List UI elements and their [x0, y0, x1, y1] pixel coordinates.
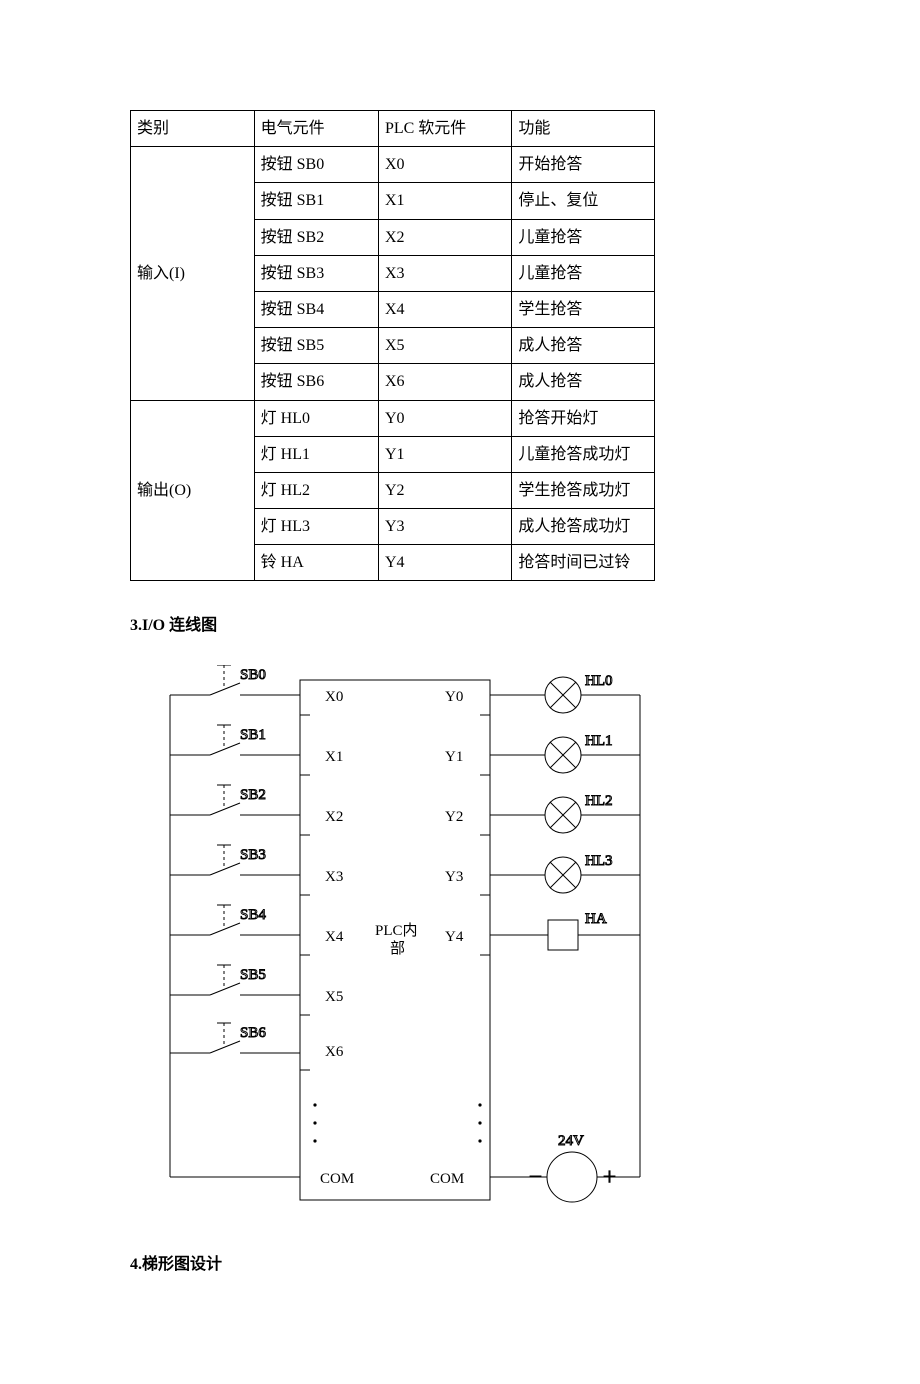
section-3-title: 3.I/O 连线图: [130, 611, 790, 635]
cell-func: 开始抢答: [512, 147, 655, 183]
cell-elem: 按钮 SB1: [254, 183, 378, 219]
terminal-x2: X2: [325, 809, 343, 825]
output-category-cell: 输出(O): [131, 400, 255, 581]
cell-plc: Y1: [378, 436, 511, 472]
cell-elem: 按钮 SB0: [254, 147, 378, 183]
switch-sb2: SB2: [240, 787, 266, 803]
th-element: 电气元件: [254, 111, 378, 147]
cell-plc: Y0: [378, 400, 511, 436]
switch-sb6: SB6: [240, 1025, 266, 1041]
cell-func: 抢答时间已过铃: [512, 545, 655, 581]
switch-sb3: SB3: [240, 847, 266, 863]
cell-plc: X4: [378, 291, 511, 327]
table-row: 输入(I) 按钮 SB0 X0 开始抢答: [131, 147, 655, 183]
cell-elem: 按钮 SB5: [254, 328, 378, 364]
cell-elem: 按钮 SB2: [254, 219, 378, 255]
th-function: 功能: [512, 111, 655, 147]
cell-elem: 铃 HA: [254, 545, 378, 581]
cell-elem: 按钮 SB4: [254, 291, 378, 327]
plc-inner-label-1: PLC内: [375, 922, 418, 939]
terminal-x4: X4: [325, 929, 344, 945]
switch-sb0: SB0: [240, 667, 266, 683]
cell-plc: X2: [378, 219, 511, 255]
cell-func: 抢答开始灯: [512, 400, 655, 436]
power-minus: －: [528, 1170, 543, 1186]
terminal-x1: X1: [325, 749, 343, 765]
io-wiring-diagram: X0 X1 X2 X3 X4 X5 X6 Y0 Y1 Y2 Y3 Y4 PLC内…: [160, 665, 780, 1220]
cell-func: 儿童抢答: [512, 255, 655, 291]
switch-sb4: SB4: [240, 907, 266, 923]
terminal-y2: Y2: [445, 809, 463, 825]
cell-plc: X1: [378, 183, 511, 219]
cell-plc: Y2: [378, 472, 511, 508]
com-right: COM: [430, 1171, 464, 1187]
cell-func: 停止、复位: [512, 183, 655, 219]
terminal-x0: X0: [325, 689, 343, 705]
th-category: 类别: [131, 111, 255, 147]
cell-plc: X6: [378, 364, 511, 400]
cell-func: 儿童抢答: [512, 219, 655, 255]
cell-plc: X5: [378, 328, 511, 364]
cell-elem: 按钮 SB6: [254, 364, 378, 400]
cell-plc: X0: [378, 147, 511, 183]
terminal-y1: Y1: [445, 749, 463, 765]
cell-func: 儿童抢答成功灯: [512, 436, 655, 472]
power-24v: 24V: [558, 1133, 584, 1149]
table-header-row: 类别 电气元件 PLC 软元件 功能: [131, 111, 655, 147]
th-plc: PLC 软元件: [378, 111, 511, 147]
cell-func: 成人抢答: [512, 328, 655, 364]
terminal-y0: Y0: [445, 689, 463, 705]
section-4-title: 4.梯形图设计: [130, 1250, 790, 1274]
terminal-x3: X3: [325, 869, 343, 885]
table-row: 输出(O) 灯 HL0 Y0 抢答开始灯: [131, 400, 655, 436]
terminal-y4: Y4: [445, 929, 464, 945]
cell-elem: 灯 HL2: [254, 472, 378, 508]
cell-plc: Y4: [378, 545, 511, 581]
power-plus: ＋: [602, 1170, 617, 1186]
bell-ha: HA: [585, 911, 607, 927]
cell-elem: 灯 HL3: [254, 509, 378, 545]
switch-sb1: SB1: [240, 727, 266, 743]
cell-plc: Y3: [378, 509, 511, 545]
plc-inner-label-2: 部: [390, 940, 405, 957]
cell-func: 成人抢答: [512, 364, 655, 400]
terminal-x5: X5: [325, 989, 343, 1005]
cell-func: 成人抢答成功灯: [512, 509, 655, 545]
cell-plc: X3: [378, 255, 511, 291]
io-allocation-table: 类别 电气元件 PLC 软元件 功能 输入(I) 按钮 SB0 X0 开始抢答 …: [130, 110, 655, 581]
cell-elem: 按钮 SB3: [254, 255, 378, 291]
input-category-cell: 输入(I): [131, 147, 255, 400]
lamp-hl2: HL2: [585, 793, 613, 809]
lamp-hl3: HL3: [585, 853, 613, 869]
cell-func: 学生抢答成功灯: [512, 472, 655, 508]
cell-func: 学生抢答: [512, 291, 655, 327]
com-left: COM: [320, 1171, 354, 1187]
terminal-x6: X6: [325, 1044, 344, 1060]
lamp-hl1: HL1: [585, 733, 613, 749]
cell-elem: 灯 HL0: [254, 400, 378, 436]
terminal-y3: Y3: [445, 869, 463, 885]
cell-elem: 灯 HL1: [254, 436, 378, 472]
switch-sb5: SB5: [240, 967, 266, 983]
lamp-hl0: HL0: [585, 673, 613, 689]
